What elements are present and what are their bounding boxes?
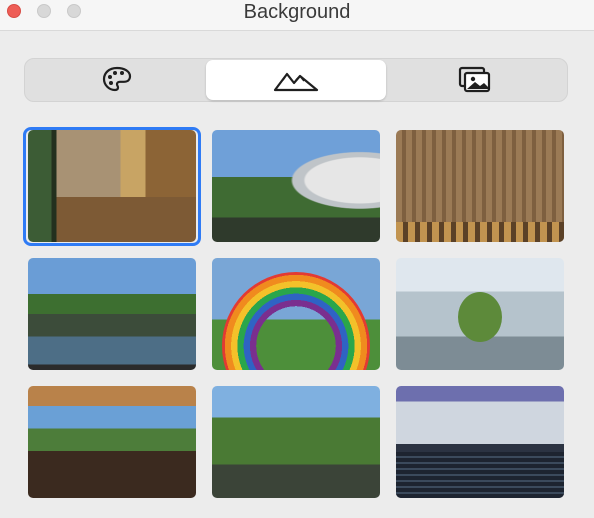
background-window: Background — [0, 0, 594, 518]
window-title: Background — [243, 1, 351, 23]
background-type-segmented-control — [24, 58, 568, 102]
thumbnail-ring-building-exterior[interactable] — [212, 130, 380, 242]
stairs-shape — [396, 452, 564, 498]
photos-icon — [458, 66, 491, 93]
segment-landscapes[interactable] — [206, 60, 386, 100]
title-bar: Background — [0, 0, 594, 31]
palette-icon — [102, 66, 132, 92]
selected-thumbnail-outline — [23, 127, 201, 246]
segment-colors[interactable] — [27, 60, 207, 100]
thumbnail-pond-with-trees[interactable] — [28, 258, 196, 370]
mountains-icon — [273, 72, 319, 92]
rainbow-shape — [222, 272, 370, 370]
tree-shape — [458, 292, 502, 342]
thumbnail-wood-canopy-walkway[interactable] — [28, 386, 196, 498]
thumbnail-floor-texture — [396, 222, 564, 242]
thumbnail-rainbow-arch[interactable] — [212, 258, 380, 370]
thumbnail-theater-entrance[interactable] — [396, 386, 564, 498]
thumbnail-atrium-with-trees[interactable] — [396, 258, 564, 370]
segment-photos[interactable] — [385, 60, 565, 100]
thumbnail-forest-path[interactable] — [212, 386, 380, 498]
thumbnail-wood-slat-wall[interactable] — [396, 130, 564, 242]
